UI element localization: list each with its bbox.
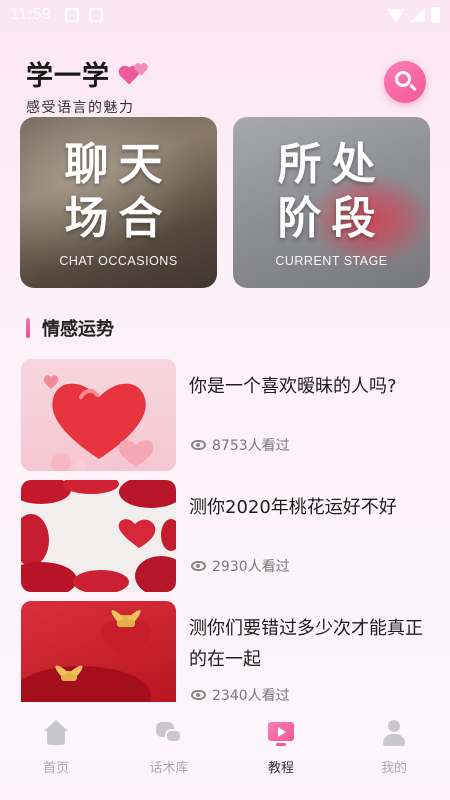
article-views: 2930人看过 xyxy=(191,556,290,576)
heart-image xyxy=(43,375,154,471)
section-header: 情感运势 xyxy=(26,315,114,341)
banner-title: 所处 阶段 xyxy=(247,138,417,246)
section-title: 情感运势 xyxy=(42,319,114,340)
hearts-icon xyxy=(116,63,147,84)
nav-item-chat-library[interactable]: 话术库 xyxy=(129,720,209,776)
nav-label: 我的 xyxy=(380,761,407,776)
tutorial-icon xyxy=(268,720,294,746)
profile-icon xyxy=(381,720,407,746)
view-count: 8753人看过 xyxy=(212,438,290,454)
status-time: 11:59 xyxy=(10,6,52,23)
eye-icon xyxy=(191,561,206,571)
status-bar: 11:59 xyxy=(0,0,450,30)
eye-icon xyxy=(191,690,206,700)
page-title: 学一学 xyxy=(26,61,110,92)
section-accent-bar xyxy=(26,318,30,338)
home-icon xyxy=(43,720,69,746)
wifi-icon xyxy=(387,8,405,22)
article-thumbnail xyxy=(21,601,176,713)
article-title: 你是一个喜欢暧昧的人吗? xyxy=(189,376,397,397)
header: 学一学 感受语言的魅力 xyxy=(26,54,147,117)
battery-icon xyxy=(431,7,440,23)
banner-title: 聊天 场合 xyxy=(34,138,204,246)
nav-label: 教程 xyxy=(267,761,294,776)
image-notification-icon xyxy=(65,8,80,22)
nav-label: 首页 xyxy=(42,761,69,776)
article-thumbnail xyxy=(21,480,176,592)
nav-item-tutorial[interactable]: 教程 xyxy=(241,720,321,776)
view-count: 2930人看过 xyxy=(212,559,290,575)
eye-icon xyxy=(191,440,206,450)
list-item[interactable]: 你是一个喜欢暧昧的人吗? 8753人看过 xyxy=(21,359,441,471)
article-title: 测你2020年桃花运好不好 xyxy=(189,497,397,518)
search-button[interactable] xyxy=(384,61,426,103)
nav-item-profile[interactable]: 我的 xyxy=(354,720,434,776)
banner-current-stage[interactable]: 所处 阶段 CURRENT STAGE xyxy=(233,117,430,288)
banner-subtitle: CHAT OCCASIONS xyxy=(59,253,178,268)
nav-item-home[interactable]: 首页 xyxy=(16,720,96,776)
banner-title-line: 场合 xyxy=(64,192,173,244)
petals-image xyxy=(21,480,176,592)
nav-label: 话术库 xyxy=(149,761,189,776)
banner-chat-occasions[interactable]: 聊天 场合 CHAT OCCASIONS xyxy=(20,117,217,288)
banner-subtitle: CURRENT STAGE xyxy=(275,253,388,268)
article-title: 测你们要错过多少次才能真正的在一起 xyxy=(189,618,423,670)
list-item[interactable]: 测你2020年桃花运好不好 2930人看过 xyxy=(21,480,441,592)
gift-box-image xyxy=(21,610,152,713)
article-thumbnail xyxy=(21,359,176,471)
page-subtitle: 感受语言的魅力 xyxy=(26,100,135,116)
article-views: 8753人看过 xyxy=(191,435,290,455)
signal-icon xyxy=(411,8,425,22)
chat-icon xyxy=(156,720,182,746)
banner-title-line: 所处 xyxy=(277,138,386,190)
app-notification-icon xyxy=(89,8,104,22)
list-item[interactable]: 测你们要错过多少次才能真正的在一起 2340人看过 xyxy=(21,601,441,713)
banner-title-line: 阶段 xyxy=(277,192,386,244)
bottom-nav: 首页 话术库 教程 我的 xyxy=(0,702,450,800)
banner-title-line: 聊天 xyxy=(64,138,173,190)
